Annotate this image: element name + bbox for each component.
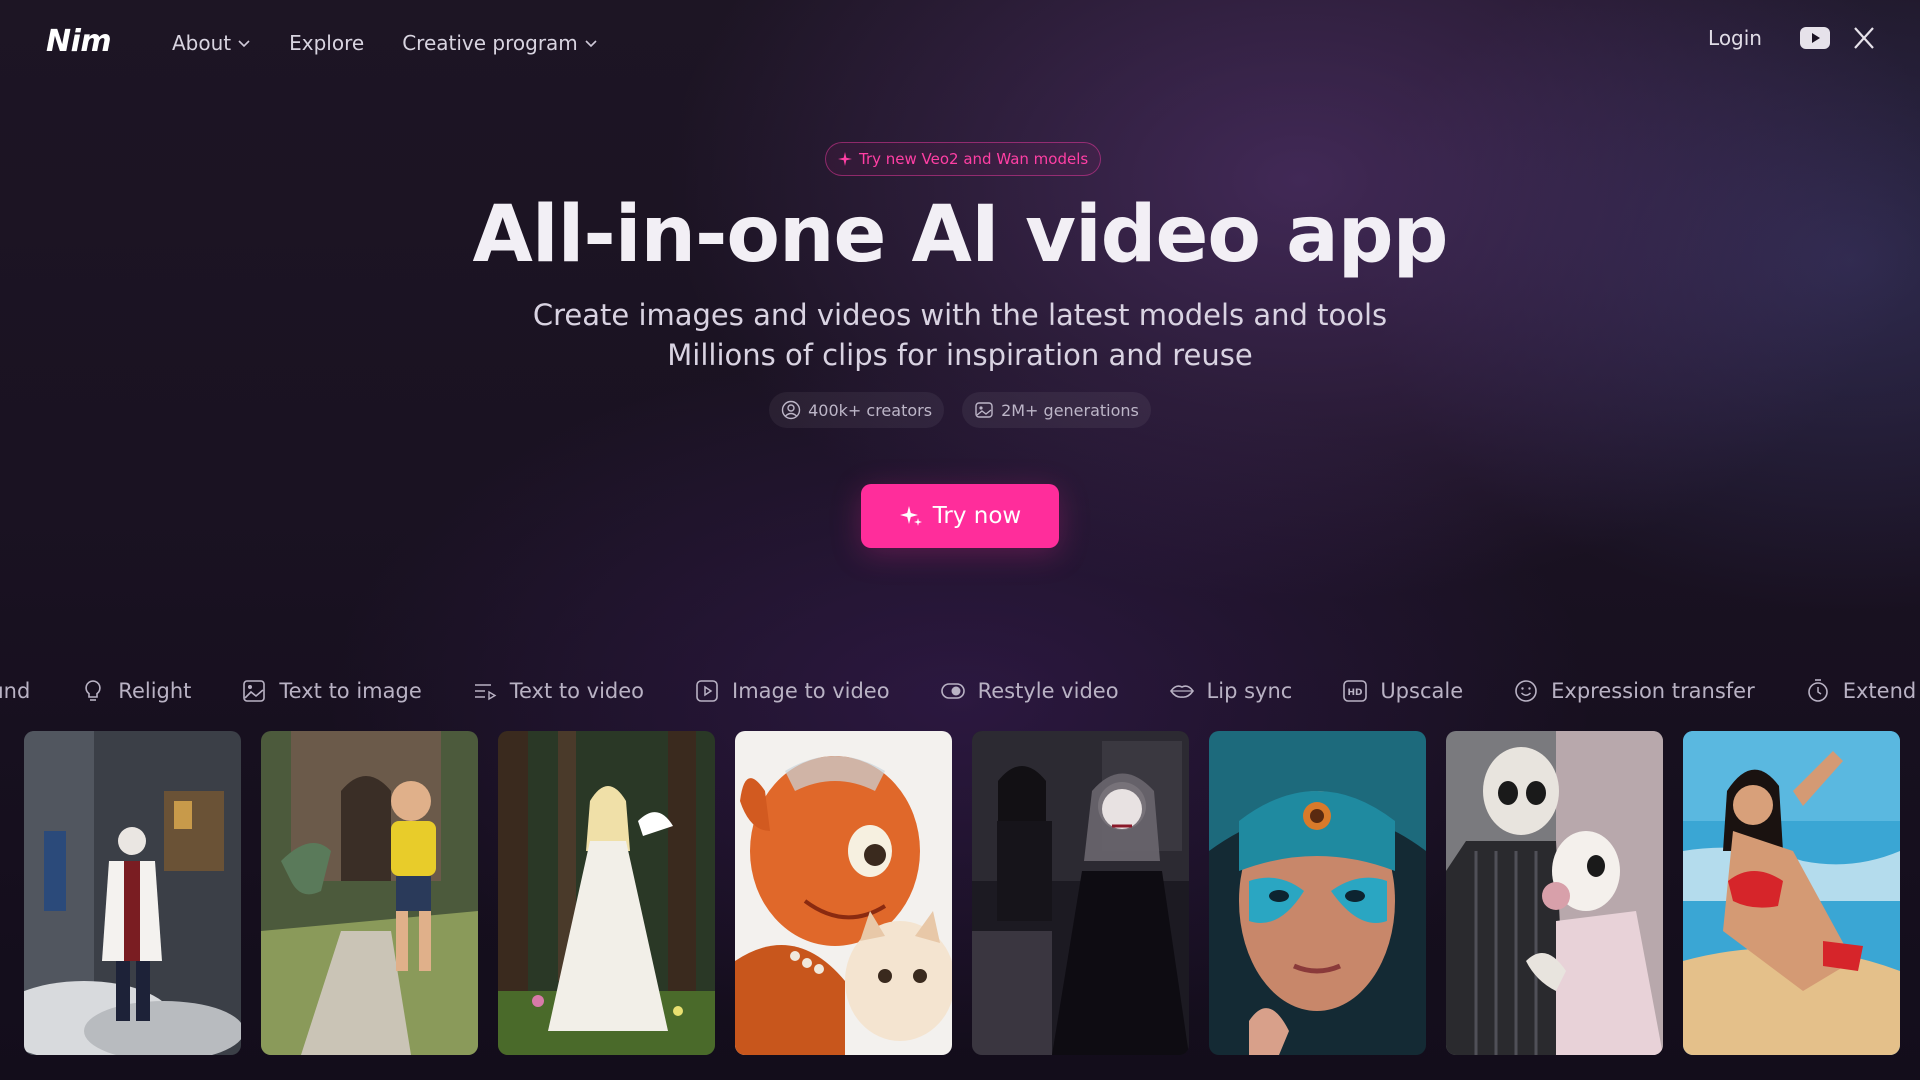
tool-relight-label: Relight — [118, 679, 192, 703]
toggle-icon — [940, 683, 965, 699]
svg-text:HD: HD — [1348, 688, 1363, 698]
image-icon — [975, 402, 993, 418]
tool-image-to-video[interactable]: Image to video — [694, 678, 890, 704]
nav-about-label: About — [172, 31, 232, 55]
try-now-label: Try now — [932, 503, 1022, 529]
tool-extend-label: Extend — [1842, 679, 1917, 703]
stat-generations-label: 2M+ generations — [1001, 400, 1139, 420]
login-link[interactable]: Login — [1708, 26, 1762, 50]
tool-lip-sync[interactable]: Lip sync — [1169, 678, 1293, 704]
tool-extend[interactable]: Extend — [1805, 678, 1917, 704]
tool-restyle-video[interactable]: Restyle video — [940, 678, 1119, 704]
gallery-card[interactable] — [261, 731, 478, 1055]
try-now-button[interactable]: Try now — [861, 484, 1059, 548]
hero-subtitle-line2: Millions of clips for inspiration and re… — [667, 338, 1253, 372]
tool-text-to-video-label: Text to video — [509, 679, 645, 703]
gallery-card[interactable] — [1683, 731, 1900, 1055]
sparkle-icon — [838, 152, 852, 166]
gallery-card[interactable] — [1446, 731, 1663, 1055]
gallery-card[interactable] — [735, 731, 952, 1055]
tool-text-to-image[interactable]: Text to image — [241, 678, 422, 704]
nav-about[interactable]: About — [172, 31, 251, 55]
nav-explore[interactable]: Explore — [289, 31, 364, 55]
gallery-thumbnail — [1446, 731, 1663, 1055]
gallery-card[interactable] — [498, 731, 715, 1055]
main-nav: About Explore Creative program — [172, 31, 598, 55]
chevron-down-icon — [585, 40, 597, 48]
youtube-icon[interactable] — [1800, 27, 1830, 49]
gallery-thumbnail — [1683, 731, 1900, 1055]
gallery-thumbnail — [972, 731, 1189, 1055]
gallery — [24, 731, 1900, 1055]
gallery-thumbnail — [1209, 731, 1426, 1055]
tool-relight[interactable]: Relight — [80, 678, 191, 704]
hero-title: All-in-one AI video app — [472, 190, 1449, 280]
hero-subtitle-line1: Create images and videos with the latest… — [532, 298, 1388, 332]
tool-background-label: Background — [0, 679, 31, 703]
tool-expression-transfer-label: Expression transfer — [1551, 679, 1755, 703]
nav-explore-label: Explore — [289, 31, 365, 55]
badge-label: Try new Veo2 and Wan models — [859, 150, 1089, 168]
stat-creators: 400k+ creators — [769, 392, 945, 428]
x-icon[interactable] — [1852, 26, 1876, 50]
lightbulb-icon — [85, 680, 102, 701]
stats-row: 400k+ creators 2M+ generations — [0, 392, 1920, 428]
gallery-thumbnail — [498, 731, 715, 1055]
image-icon — [243, 680, 266, 702]
brand-logo[interactable]: Nim — [46, 24, 112, 59]
play-square-icon — [696, 680, 718, 702]
lips-icon — [1169, 685, 1194, 698]
tool-background[interactable]: Background — [0, 679, 30, 703]
tool-restyle-video-label: Restyle video — [977, 679, 1119, 703]
gallery-thumbnail — [24, 731, 241, 1055]
nav-creative-program[interactable]: Creative program — [402, 31, 598, 55]
tool-lip-sync-label: Lip sync — [1206, 679, 1293, 703]
tool-text-to-image-label: Text to image — [279, 679, 422, 703]
new-models-badge[interactable]: Try new Veo2 and Wan models — [825, 142, 1102, 176]
tools-strip: Background Relight Text to image Text to… — [0, 675, 1916, 707]
social-links — [1800, 26, 1876, 50]
sparkle-icon — [899, 506, 922, 526]
gallery-card[interactable] — [1209, 731, 1426, 1055]
site-header: Nim About Explore Creative program Login — [0, 0, 1920, 90]
hero-subtitle: Create images and videos with the latest… — [0, 295, 1920, 375]
smile-icon — [1515, 680, 1537, 702]
hd-icon: HD — [1343, 680, 1368, 702]
text-lines-icon — [474, 684, 497, 701]
stat-generations: 2M+ generations — [962, 392, 1151, 428]
gallery-card[interactable] — [24, 731, 241, 1055]
gallery-thumbnail — [735, 731, 952, 1055]
chevron-down-icon — [238, 40, 250, 48]
tool-image-to-video-label: Image to video — [732, 679, 890, 703]
stat-creators-label: 400k+ creators — [808, 400, 933, 420]
gallery-thumbnail — [261, 731, 478, 1055]
nav-creative-program-label: Creative program — [402, 31, 578, 55]
tool-expression-transfer[interactable]: Expression transfer — [1513, 678, 1755, 704]
tool-upscale[interactable]: HD Upscale — [1342, 678, 1463, 704]
tool-text-to-video[interactable]: Text to video — [472, 678, 644, 704]
gallery-card[interactable] — [972, 731, 1189, 1055]
tool-upscale-label: Upscale — [1380, 679, 1464, 703]
header-right: Login — [1708, 26, 1876, 50]
user-circle-icon — [781, 400, 801, 420]
timer-icon — [1807, 679, 1828, 702]
